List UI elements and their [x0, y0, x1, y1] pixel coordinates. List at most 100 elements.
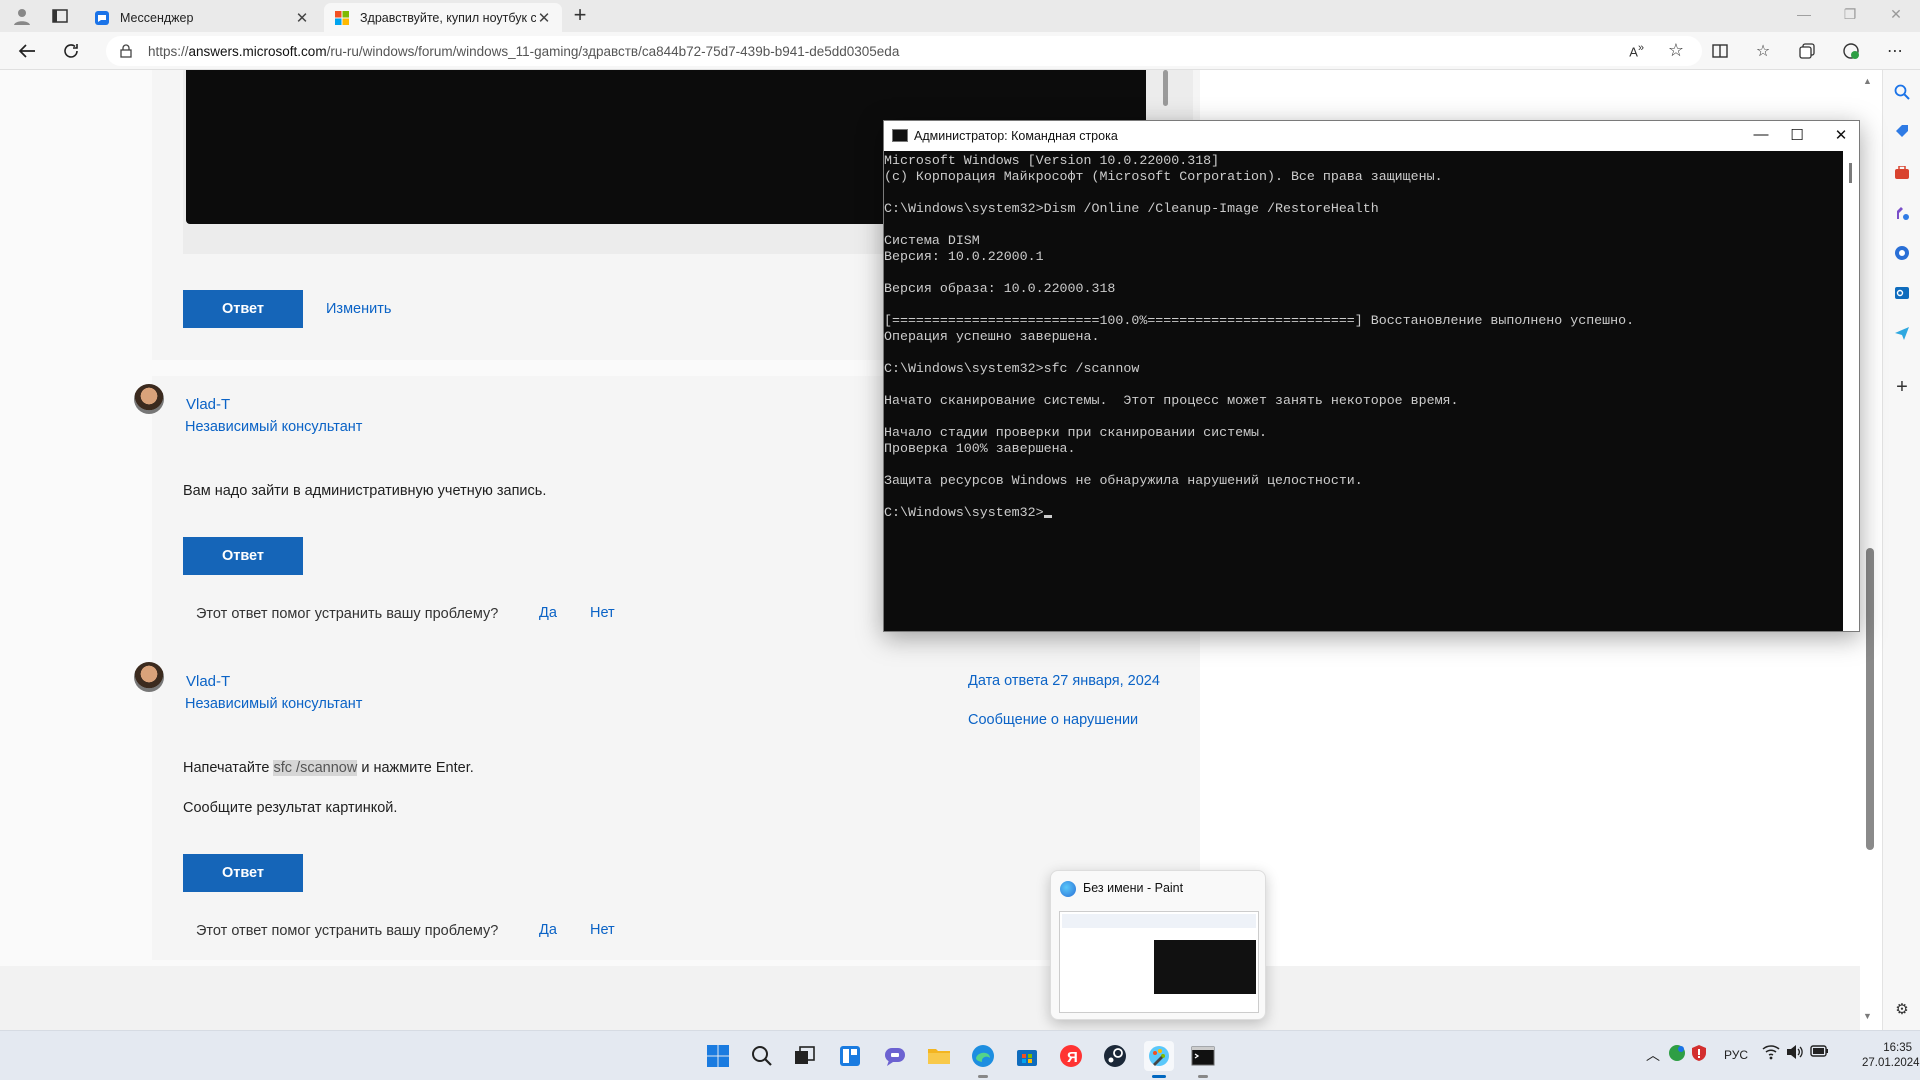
refresh-icon[interactable] [58, 39, 84, 63]
scroll-down-icon[interactable]: ▼ [1863, 1011, 1872, 1021]
extensions-icon[interactable] [1840, 40, 1862, 62]
edge-browser-icon[interactable] [968, 1041, 998, 1078]
avatar[interactable] [134, 662, 164, 692]
helpful-no-link[interactable]: Нет [590, 605, 615, 621]
volume-icon[interactable] [1786, 1044, 1804, 1063]
close-tab-icon[interactable]: ✕ [536, 9, 552, 27]
url-text[interactable]: https://answers.microsoft.com/ru-ru/wind… [148, 44, 899, 59]
cmd-line: Начато сканирование системы. Этот процес… [884, 393, 1459, 408]
add-icon[interactable]: + [1891, 376, 1913, 398]
send-icon[interactable] [1891, 322, 1913, 344]
helpful-yes-link[interactable]: Да [539, 922, 557, 938]
cmd-output[interactable]: Microsoft Windows [Version 10.0.22000.31… [884, 153, 1844, 631]
inline-code: sfc /scannow [273, 760, 358, 776]
antivirus-alert-icon[interactable] [1690, 1044, 1708, 1065]
post-text-part: и нажмите Enter. [357, 760, 474, 776]
cmd-scroll-thumb[interactable] [1849, 163, 1852, 183]
games-icon[interactable] [1891, 202, 1913, 224]
post-text-part: Напечатайте [183, 760, 274, 776]
store-icon[interactable] [1012, 1041, 1042, 1071]
favorite-star-icon[interactable]: ☆ [1668, 40, 1684, 61]
back-icon[interactable] [14, 39, 40, 63]
cmd-line [884, 297, 1844, 313]
yandex-browser-icon[interactable]: Я [1056, 1041, 1086, 1071]
cmd-line [884, 377, 1844, 393]
author-role[interactable]: Независимый консультант [185, 419, 362, 435]
minimize-icon[interactable]: — [1746, 126, 1776, 143]
url-scheme: https:// [148, 44, 189, 59]
cmd-line: Начало стадии проверки при сканировании … [884, 425, 1268, 440]
collections-icon[interactable] [1796, 40, 1818, 62]
file-explorer-icon[interactable] [924, 1041, 954, 1071]
cmd-line: Защита ресурсов Windows не обнаружила на… [884, 473, 1363, 488]
new-tab-button[interactable]: + [568, 4, 592, 28]
reply-button[interactable]: Ответ [183, 290, 303, 328]
minimize-icon[interactable]: — [1784, 6, 1824, 22]
cmd-line [884, 409, 1844, 425]
teams-chat-icon[interactable] [880, 1041, 910, 1071]
browser-toolbar: https://answers.microsoft.com/ru-ru/wind… [0, 32, 1920, 70]
language-indicator[interactable]: РУС [1724, 1048, 1748, 1062]
reply-button[interactable]: Ответ [183, 537, 303, 575]
shopping-tag-icon[interactable] [1891, 120, 1913, 142]
battery-icon[interactable] [1810, 1044, 1830, 1061]
author-role[interactable]: Независимый консультант [185, 696, 362, 712]
cmd-line: Cистема DISM [884, 233, 980, 248]
search-icon[interactable] [747, 1041, 777, 1071]
settings-gear-icon[interactable]: ⚙ [1891, 998, 1913, 1020]
scroll-up-icon[interactable]: ▲ [1863, 76, 1872, 86]
cmd-line [884, 217, 1844, 233]
start-icon[interactable] [703, 1041, 733, 1071]
report-abuse-link[interactable]: Сообщение о нарушении [968, 712, 1138, 728]
chevron-up-icon[interactable]: ︿ [1646, 1045, 1660, 1065]
paint-canvas-image-thumb [1154, 940, 1256, 994]
favorites-icon[interactable]: ☆ [1752, 40, 1774, 62]
close-tab-icon[interactable]: ✕ [294, 9, 310, 27]
tab-title: Здравствуйте, купил ноутбук с п [360, 10, 536, 25]
profile-icon[interactable] [8, 4, 36, 28]
helpful-yes-link[interactable]: Да [539, 605, 557, 621]
paint-preview-thumbnail[interactable] [1059, 911, 1259, 1013]
paint-window-preview[interactable]: Без имени - Paint [1050, 870, 1266, 1020]
steam-icon[interactable] [1100, 1041, 1130, 1071]
author-name[interactable]: Vlad-T [186, 673, 230, 690]
widgets-icon[interactable] [835, 1041, 865, 1071]
restore-icon[interactable]: ❐ [1830, 6, 1870, 23]
read-aloud-icon[interactable]: A» [1629, 42, 1644, 59]
helpful-no-link[interactable]: Нет [590, 922, 615, 938]
edit-link[interactable]: Изменить [326, 301, 391, 317]
scroll-thumb[interactable] [1866, 548, 1874, 850]
office-icon[interactable] [1891, 242, 1913, 264]
post-text: Вам надо зайти в административную учетну… [183, 483, 547, 499]
lock-icon[interactable] [120, 44, 132, 63]
avatar[interactable] [134, 384, 164, 414]
terminal-icon[interactable] [1188, 1041, 1218, 1078]
tab-actions-icon[interactable] [46, 4, 74, 28]
address-bar[interactable]: https://answers.microsoft.com/ru-ru/wind… [106, 36, 1702, 66]
wifi-icon[interactable] [1762, 1044, 1780, 1063]
author-name[interactable]: Vlad-T [186, 396, 230, 413]
microsoft-logo-icon [335, 10, 349, 25]
tools-briefcase-icon[interactable] [1891, 162, 1913, 184]
more-menu-icon[interactable]: ⋯ [1884, 40, 1906, 62]
security-shield-icon[interactable] [1668, 1044, 1686, 1065]
cmd-prompt-line[interactable]: C:\Windows\system32> [884, 505, 1844, 521]
cmd-line: Версия образа: 10.0.22000.318 [884, 281, 1116, 296]
cmd-line [884, 489, 1844, 505]
cmd-titlebar[interactable]: Администратор: Командная строка — ☐ ✕ [884, 121, 1859, 151]
task-view-icon[interactable] [790, 1041, 820, 1071]
search-icon[interactable] [1891, 81, 1913, 103]
embedded-scrollbar[interactable] [1163, 70, 1168, 106]
close-window-icon[interactable]: ✕ [1876, 6, 1916, 23]
outlook-icon[interactable] [1891, 282, 1913, 304]
cmd-window[interactable]: Администратор: Командная строка — ☐ ✕ Mi… [883, 120, 1860, 632]
split-screen-icon[interactable] [1709, 40, 1731, 62]
reply-button[interactable]: Ответ [183, 854, 303, 892]
maximize-icon[interactable]: ☐ [1782, 126, 1812, 144]
paint-icon[interactable] [1144, 1041, 1174, 1078]
close-icon[interactable]: ✕ [1826, 126, 1856, 144]
tab-answers[interactable]: Здравствуйте, купил ноутбук с п ✕ [324, 3, 562, 32]
clock[interactable]: 16:35 27.01.2024 [1862, 1041, 1920, 1071]
cmd-scrollbar[interactable] [1843, 151, 1859, 631]
tab-messenger[interactable]: Мессенджер ✕ [84, 3, 320, 32]
